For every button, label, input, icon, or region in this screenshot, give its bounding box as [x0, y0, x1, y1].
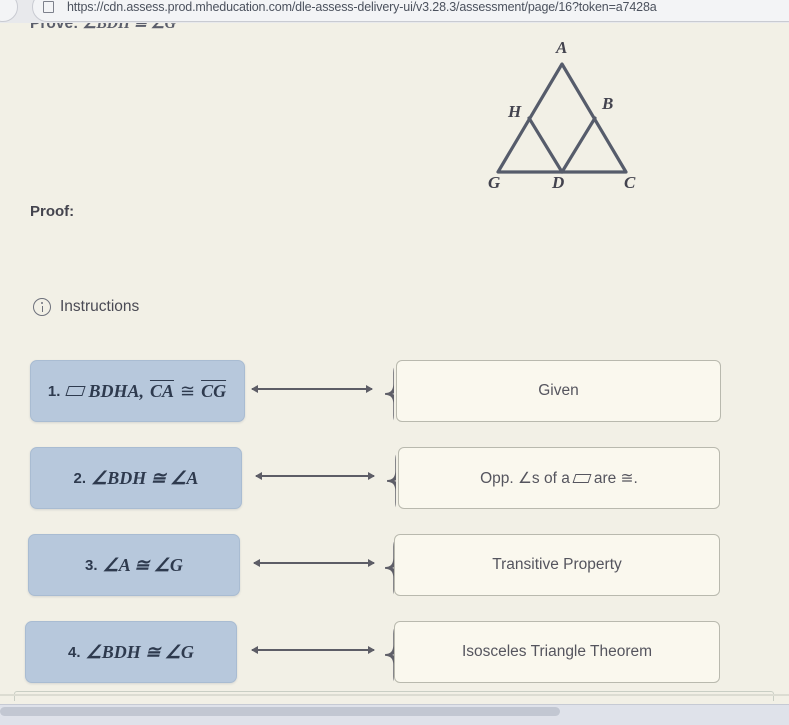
brace-4: {: [378, 618, 394, 688]
statement-number-1: 1.: [47, 382, 61, 400]
instructions-label: Instructions: [60, 298, 140, 315]
figure-label-B: B: [602, 94, 614, 113]
parallelogram-icon: [65, 386, 87, 396]
segment-HD: [527, 116, 564, 174]
reason-text-1: Given: [538, 382, 579, 399]
statement-box-1[interactable]: 1. BDHA, CA ≅ CG: [30, 360, 245, 422]
reason-box-3[interactable]: Transitive Property: [394, 534, 720, 596]
triangle-diagram: A B C D G H: [480, 38, 650, 205]
horizontal-scrollbar-thumb[interactable]: [0, 707, 560, 716]
figure-label-H: H: [508, 102, 522, 121]
url-text: https://cdn.assess.prod.mheducation.com/…: [67, 0, 657, 14]
segment-CG: CG: [201, 380, 227, 401]
reason-text-3: Transitive Property: [492, 556, 622, 573]
proof-row: 3. ∠A ≅ ∠G { Transitive Property: [0, 526, 789, 613]
proof-heading: Proof:: [30, 203, 75, 220]
reason-text-4: Isosceles Triangle Theorem: [461, 643, 653, 660]
browser-url-bar[interactable]: https://cdn.assess.prod.mheducation.com/…: [0, 0, 789, 23]
statement-number-4: 4.: [68, 643, 81, 661]
segment-DB: [560, 116, 597, 174]
statement-text-4: ∠BDH ≅ ∠G: [85, 641, 194, 662]
page-icon: [43, 1, 54, 13]
statement-box-2[interactable]: 2. ∠BDH ≅ ∠A: [30, 447, 242, 509]
figure-label-G: G: [488, 173, 501, 192]
connector-arrow-3: [253, 559, 375, 567]
statement-number-3: 3.: [85, 556, 98, 574]
reason-text-2-pre: Opp. ∠s of a: [480, 469, 570, 487]
statement-number-2: 2.: [73, 469, 87, 487]
brace-1: {: [378, 357, 394, 427]
page-bottom-divider: [0, 694, 789, 696]
url-bar-field[interactable]: https://cdn.assess.prod.mheducation.com/…: [32, 0, 789, 22]
proof-row: 2. ∠BDH ≅ ∠A { Opp. ∠s of a are ≅.: [0, 439, 789, 526]
segment-CA: CA: [149, 380, 174, 401]
proof-rows: 1. BDHA, CA ≅ CG { Given 2. ∠BDH ≅ ∠A { …: [0, 352, 789, 700]
brace-2: {: [380, 444, 396, 514]
connector-arrow-4: [251, 646, 375, 654]
statement-box-3[interactable]: 3. ∠A ≅ ∠G: [28, 534, 240, 596]
browser-left-chip[interactable]: [0, 0, 18, 22]
reason-box-2[interactable]: Opp. ∠s of a are ≅.: [398, 447, 720, 509]
statement-text-2: ∠BDH ≅ ∠A: [91, 467, 199, 488]
statement-text-3: ∠A ≅ ∠G: [102, 554, 183, 575]
parallelogram-icon: [572, 473, 592, 483]
instructions-button[interactable]: Instructions: [33, 298, 139, 316]
brace-3: {: [378, 531, 394, 601]
connector-arrow-2: [255, 472, 375, 480]
congruent-symbol-1: ≅: [179, 380, 196, 401]
reason-box-1[interactable]: Given: [396, 360, 721, 422]
connector-arrow-1: [251, 385, 373, 393]
figure-label-D: D: [552, 173, 565, 192]
proof-row: 4. ∠BDH ≅ ∠G { Isosceles Triangle Theore…: [0, 613, 789, 700]
figure-label-A: A: [556, 38, 568, 57]
reason-box-4[interactable]: Isosceles Triangle Theorem: [394, 621, 720, 683]
page-bottom-hairline: [14, 691, 774, 701]
figure-label-C: C: [624, 173, 636, 192]
statement-box-4[interactable]: 4. ∠BDH ≅ ∠G: [25, 621, 237, 683]
reason-text-2-post: are ≅.: [593, 469, 638, 487]
proof-row: 1. BDHA, CA ≅ CG { Given: [0, 352, 789, 439]
info-icon: [33, 298, 51, 316]
statement-text-1a: BDHA,: [88, 380, 144, 401]
